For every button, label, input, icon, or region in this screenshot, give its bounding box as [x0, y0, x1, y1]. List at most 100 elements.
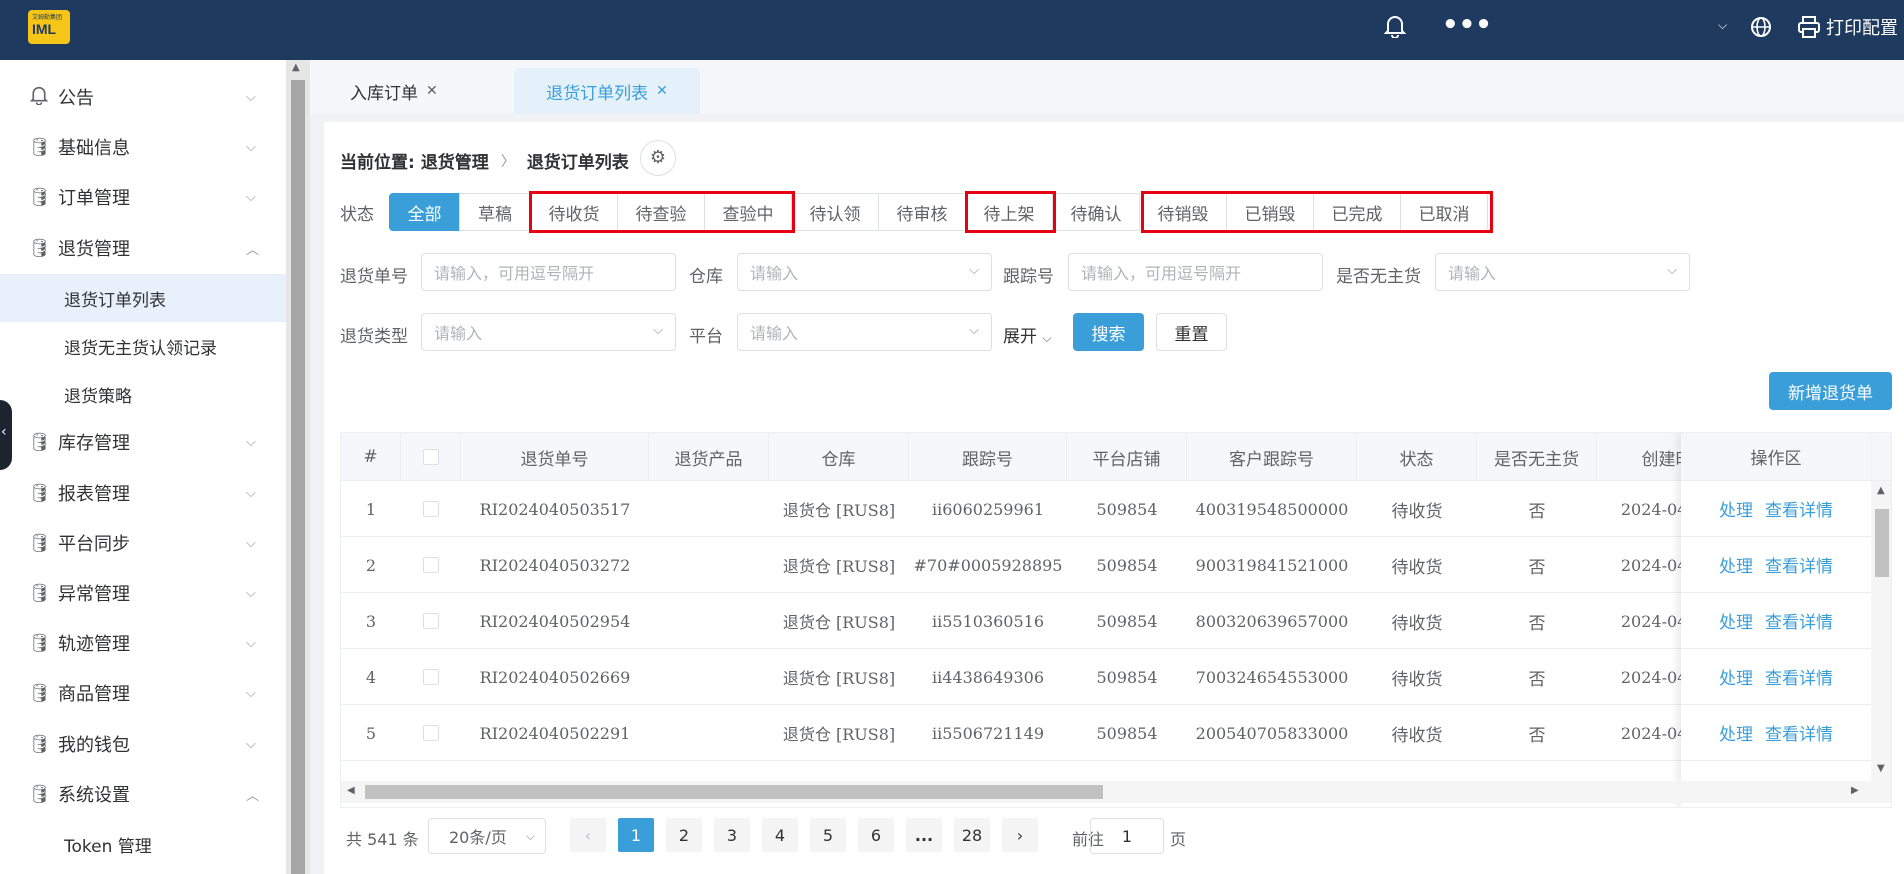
row-checkbox[interactable]: [423, 669, 439, 685]
bell-icon[interactable]: [1383, 14, 1407, 44]
highlight-box: [965, 191, 1056, 233]
ownerless-select[interactable]: 请输入 ⌵: [1435, 253, 1690, 291]
scroll-up-icon[interactable]: ▲: [292, 62, 300, 73]
row-checkbox[interactable]: [423, 557, 439, 573]
page-ellipsis[interactable]: ...: [906, 818, 942, 852]
status-option-pending-claim[interactable]: 待认领: [791, 193, 879, 231]
breadcrumb-parent[interactable]: 退货管理: [421, 148, 489, 173]
chevron-right-icon: 〉: [500, 153, 515, 170]
sidebar-sub-ownerless-claims[interactable]: 退货无主货认领记录: [0, 322, 286, 370]
table-vertical-scrollbar[interactable]: ▲ ▼: [1871, 481, 1891, 781]
gear-icon[interactable]: ⚙: [640, 140, 676, 176]
sidebar-item-settings[interactable]: 🛢 系统设置 ︿: [0, 771, 286, 817]
sidebar-item-platform-sync[interactable]: 🛢 平台同步 ⌵: [0, 520, 286, 566]
sidebar-item-inventory[interactable]: 🛢 库存管理 ⌵: [0, 419, 286, 465]
expand-toggle[interactable]: 展开 ⌵: [1003, 322, 1052, 347]
scroll-up-icon[interactable]: ▲: [1877, 485, 1885, 496]
scroll-right-icon[interactable]: ▶: [1851, 785, 1859, 796]
sidebar-item-exceptions[interactable]: 🛢 异常管理 ⌵: [0, 570, 286, 616]
database-icon: 🛢: [28, 733, 51, 755]
page-size-select[interactable]: 20条/页 ⌵: [428, 818, 546, 854]
row-checkbox[interactable]: [423, 613, 439, 629]
view-details-link[interactable]: 查看详情: [1765, 496, 1833, 521]
sidebar-item-reports[interactable]: 🛢 报表管理 ⌵: [0, 470, 286, 516]
page-button-6[interactable]: 6: [858, 818, 894, 852]
process-link[interactable]: 处理: [1719, 552, 1753, 577]
process-link[interactable]: 处理: [1719, 720, 1753, 745]
expand-label: 展开: [1003, 327, 1037, 347]
horizontal-scrollbar-thumb[interactable]: [365, 785, 1103, 799]
process-link[interactable]: 处理: [1719, 496, 1753, 521]
table-horizontal-scrollbar[interactable]: ◀ ▶: [341, 781, 1891, 803]
row-checkbox[interactable]: [423, 725, 439, 741]
sidebar-collapse-handle[interactable]: ‹: [0, 400, 12, 470]
sidebar-sub-return-policy[interactable]: 退货策略: [0, 370, 286, 418]
sidebar-item-wallet[interactable]: 🛢 我的钱包 ⌵: [0, 721, 286, 767]
page-button-28[interactable]: 28: [954, 818, 990, 852]
page-button-4[interactable]: 4: [762, 818, 798, 852]
sidebar-item-basic-info[interactable]: 🛢 基础信息 ⌵: [0, 124, 286, 170]
sidebar-sub-token-management[interactable]: Token 管理: [0, 820, 286, 868]
sidebar-item-returns[interactable]: 🛢 退货管理 ︿: [0, 225, 286, 271]
status-option-all[interactable]: 全部: [389, 193, 460, 231]
print-config-link[interactable]: 打印配置: [1826, 14, 1898, 40]
status-option-pending-confirm[interactable]: 待确认: [1052, 193, 1140, 231]
close-icon[interactable]: ✕: [426, 83, 438, 99]
warehouse-select[interactable]: 请输入 ⌵: [737, 253, 992, 291]
sidebar-item-announcement[interactable]: 公告 ⌵: [0, 74, 286, 120]
view-details-link[interactable]: 查看详情: [1765, 720, 1833, 745]
prev-page-button[interactable]: ‹: [570, 818, 606, 852]
page-button-2[interactable]: 2: [666, 818, 702, 852]
globe-icon[interactable]: [1750, 16, 1772, 44]
cell-idx: 1: [365, 499, 377, 519]
sidebar-item-tracking[interactable]: 🛢 轨迹管理 ⌵: [0, 620, 286, 666]
scroll-down-icon[interactable]: ▼: [1877, 763, 1885, 774]
process-link[interactable]: 处理: [1719, 664, 1753, 689]
sidebar-item-label: 平台同步: [58, 534, 130, 555]
cell-warehouse: 退货仓 [RUS8]: [782, 613, 896, 632]
platform-select[interactable]: 请输入 ⌵: [737, 313, 992, 351]
scroll-left-icon[interactable]: ◀: [347, 785, 355, 796]
chevron-down-icon: ⌵: [525, 829, 535, 843]
tab-return-order-list[interactable]: 退货订单列表 ✕: [514, 68, 700, 114]
chevron-down-icon: ⌵: [246, 635, 256, 651]
status-option-pending-review[interactable]: 待审核: [878, 193, 966, 231]
search-button[interactable]: 搜索: [1073, 313, 1144, 351]
bell-icon: [28, 85, 50, 110]
vertical-scrollbar-thumb[interactable]: [1875, 509, 1889, 577]
sidebar-sub-return-order-list[interactable]: 退货订单列表: [0, 274, 286, 322]
sidebar-scrollbar-thumb[interactable]: [291, 80, 305, 874]
view-details-link[interactable]: 查看详情: [1765, 608, 1833, 633]
printer-icon[interactable]: [1797, 15, 1821, 45]
return-type-select[interactable]: 请输入 ⌵: [421, 313, 676, 351]
goto-page-input[interactable]: 1: [1090, 818, 1164, 854]
database-icon: 🛢: [28, 632, 51, 654]
sidebar-item-products[interactable]: 🛢 商品管理 ⌵: [0, 670, 286, 716]
view-details-link[interactable]: 查看详情: [1765, 664, 1833, 689]
view-details-link[interactable]: 查看详情: [1765, 552, 1833, 577]
status-option-draft[interactable]: 草稿: [459, 193, 531, 231]
process-link[interactable]: 处理: [1719, 608, 1753, 633]
row-checkbox[interactable]: [423, 501, 439, 517]
tab-inbound-orders[interactable]: 入库订单 ✕: [338, 68, 450, 114]
page-button-5[interactable]: 5: [810, 818, 846, 852]
cell-return-no: RI2024040502954: [479, 611, 631, 631]
sidebar-scrollbar[interactable]: ▲: [286, 60, 310, 874]
next-page-button[interactable]: ›: [1002, 818, 1038, 852]
reset-button[interactable]: 重置: [1156, 313, 1227, 351]
top-bar: 艾姆勒集团 IML ••• ⌵ 打印配置: [0, 0, 1904, 60]
row-select-cell: [401, 593, 461, 649]
operations-cell: 处理 查看详情: [1681, 649, 1871, 705]
close-icon[interactable]: ✕: [656, 83, 668, 99]
sidebar-item-orders[interactable]: 🛢 订单管理 ⌵: [0, 174, 286, 220]
tab-label: 退货订单列表: [546, 83, 649, 104]
chevron-down-icon[interactable]: ⌵: [1718, 18, 1727, 33]
page-button-3[interactable]: 3: [714, 818, 750, 852]
add-return-order-button[interactable]: 新增退货单: [1769, 372, 1892, 410]
more-icon[interactable]: •••: [1442, 10, 1492, 40]
return-no-input[interactable]: 请输入，可用逗号隔开: [421, 253, 676, 291]
tracking-no-input[interactable]: 请输入，可用逗号隔开: [1068, 253, 1323, 291]
page-button-1[interactable]: 1: [618, 818, 654, 852]
cell-tracking: ii6060259961: [931, 499, 1045, 519]
select-all-checkbox[interactable]: [422, 449, 439, 465]
